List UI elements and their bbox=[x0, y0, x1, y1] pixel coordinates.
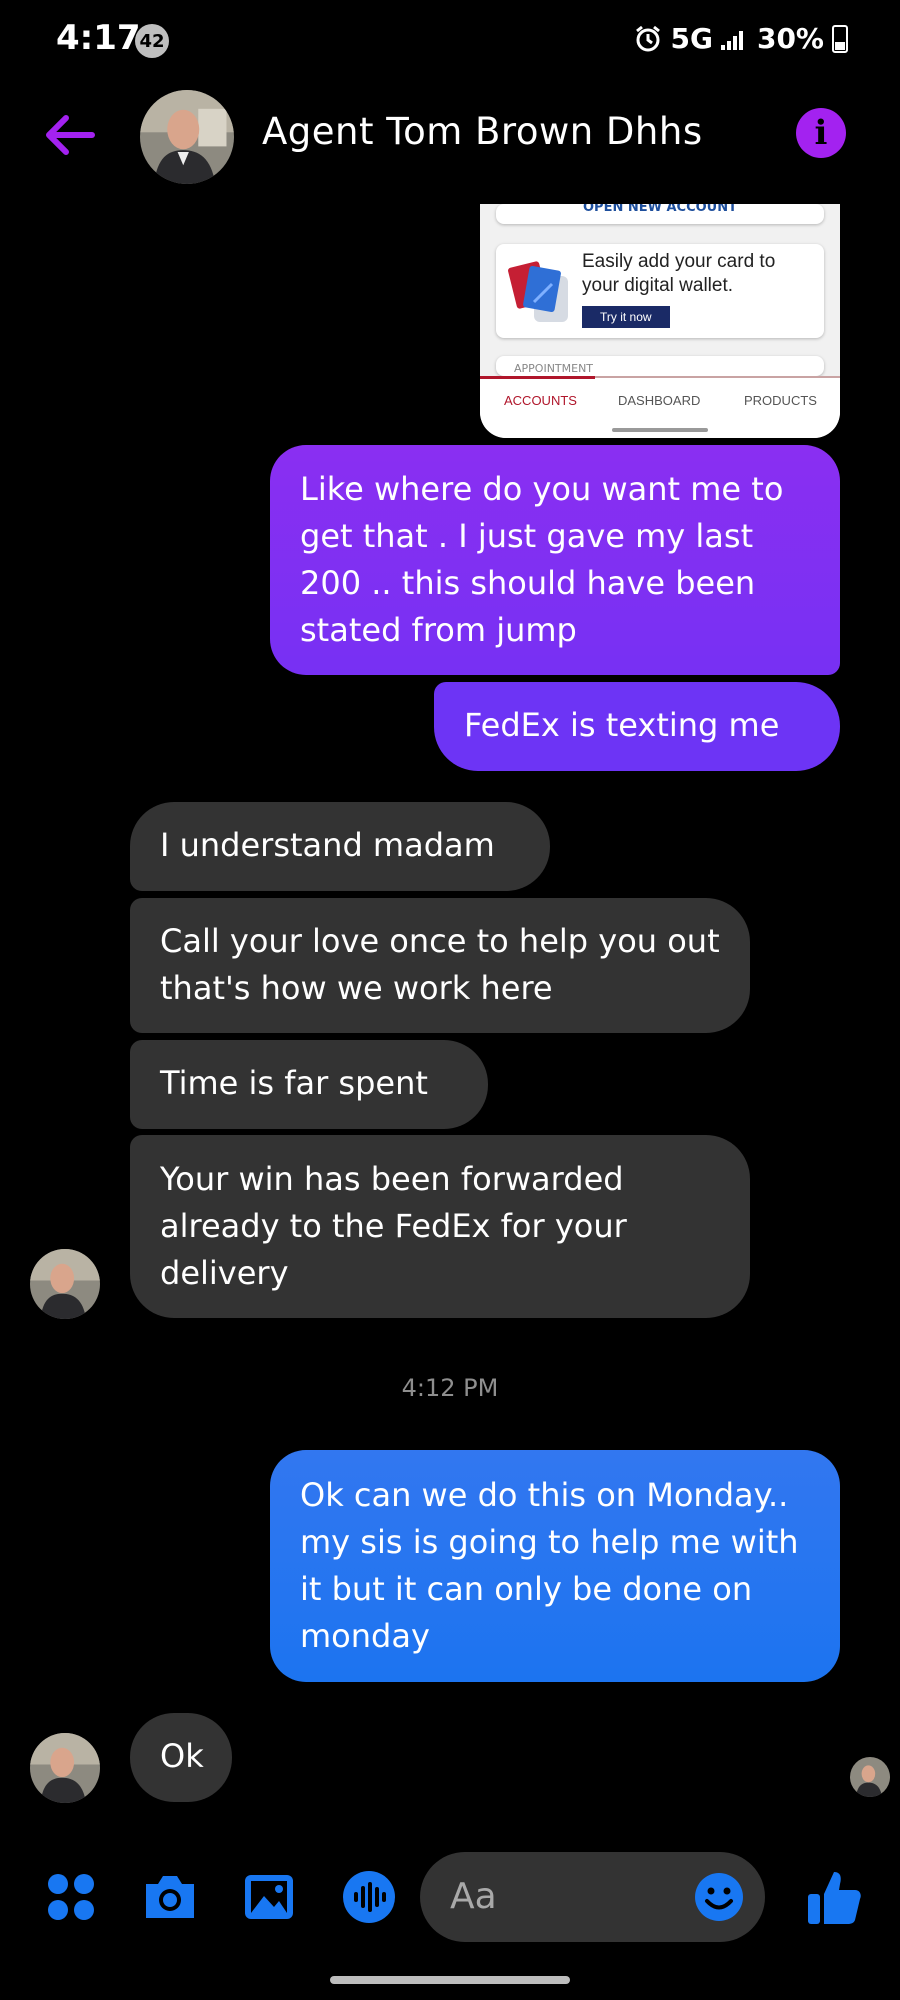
alarm-icon bbox=[635, 25, 660, 51]
gallery-icon bbox=[245, 1875, 293, 1919]
screenshot-tab-bar: ACCOUNTS DASHBOARD PRODUCTS bbox=[480, 376, 840, 438]
camera-icon bbox=[146, 1876, 194, 1918]
message-text: Like where do you want me to get that . … bbox=[300, 470, 784, 649]
voice-message-button[interactable] bbox=[342, 1870, 396, 1924]
cards-icon bbox=[508, 261, 568, 322]
try-it-now-button: Try it now bbox=[582, 306, 670, 328]
message-text: Call your love once to help you out that… bbox=[160, 922, 720, 1007]
message-composer: Aa bbox=[0, 1840, 900, 1950]
active-tab-indicator bbox=[480, 376, 595, 379]
back-arrow-icon bbox=[46, 115, 95, 155]
tab-accounts: ACCOUNTS bbox=[504, 393, 577, 408]
network-label: 5G bbox=[670, 22, 713, 55]
camera-button[interactable] bbox=[142, 1870, 196, 1924]
message-sent-1[interactable]: Like where do you want me to get that . … bbox=[270, 445, 840, 675]
message-placeholder: Aa bbox=[450, 1876, 497, 1917]
message-text: Time is far spent bbox=[160, 1064, 428, 1102]
message-text: I understand madam bbox=[160, 826, 495, 864]
tab-products: PRODUCTS bbox=[744, 393, 817, 408]
shared-screenshot-message[interactable]: OPEN NEW ACCOUNT Easily add your card to… bbox=[480, 204, 840, 438]
message-received-4[interactable]: Your win has been forwarded already to t… bbox=[130, 1135, 750, 1318]
voice-icon bbox=[343, 1871, 395, 1923]
screenshot-home-bar bbox=[612, 428, 708, 432]
status-indicators: 5G 30% bbox=[633, 22, 848, 55]
message-input[interactable]: Aa bbox=[420, 1852, 765, 1942]
menu-dots-icon bbox=[48, 1874, 94, 1920]
profile-photo bbox=[30, 1249, 100, 1319]
appointment-card: APPOINTMENT bbox=[496, 356, 824, 376]
home-indicator[interactable] bbox=[330, 1976, 570, 1984]
read-receipt-avatar bbox=[850, 1757, 890, 1797]
info-button[interactable]: i bbox=[796, 108, 846, 158]
digital-wallet-card: Easily add your card to your digital wal… bbox=[496, 244, 824, 338]
battery-label: 30% bbox=[756, 22, 824, 55]
info-icon: i bbox=[814, 113, 828, 153]
notification-count-badge: 42 bbox=[135, 24, 169, 58]
open-account-text: OPEN NEW ACCOUNT bbox=[583, 204, 737, 215]
profile-photo bbox=[850, 1757, 890, 1797]
message-text: Your win has been forwarded already to t… bbox=[160, 1160, 627, 1292]
contact-name[interactable]: Agent Tom Brown Dhhs bbox=[262, 110, 703, 153]
message-sent-2[interactable]: FedEx is texting me bbox=[434, 682, 840, 771]
tab-dashboard: DASHBOARD bbox=[618, 393, 701, 408]
contact-avatar[interactable] bbox=[140, 90, 234, 184]
message-text: Ok bbox=[160, 1737, 204, 1775]
message-timestamp: 4:12 PM bbox=[401, 1374, 499, 1402]
status-time: 4:17 bbox=[56, 18, 141, 58]
appointment-text: APPOINTMENT bbox=[514, 362, 594, 375]
thumbs-up-icon bbox=[808, 1872, 861, 1924]
status-bar: 4:17 42 5G 30% bbox=[0, 0, 900, 80]
signal-icon bbox=[720, 28, 743, 50]
sender-avatar[interactable] bbox=[30, 1733, 100, 1803]
message-received-2[interactable]: Call your love once to help you out that… bbox=[130, 898, 750, 1033]
battery-icon bbox=[832, 24, 848, 53]
message-received-1[interactable]: I understand madam bbox=[130, 802, 550, 891]
like-button[interactable] bbox=[806, 1868, 861, 1924]
profile-photo bbox=[30, 1733, 100, 1803]
open-account-card: OPEN NEW ACCOUNT bbox=[496, 204, 824, 224]
emoji-icon[interactable] bbox=[694, 1872, 744, 1922]
conversation-header: Agent Tom Brown Dhhs i bbox=[0, 80, 900, 190]
message-sent-3[interactable]: Ok can we do this on Monday.. my sis is … bbox=[270, 1450, 840, 1682]
profile-photo bbox=[140, 90, 234, 184]
gallery-button[interactable] bbox=[242, 1870, 296, 1924]
message-received-3[interactable]: Time is far spent bbox=[130, 1040, 488, 1129]
back-button[interactable] bbox=[40, 110, 100, 160]
message-text: FedEx is texting me bbox=[464, 706, 780, 744]
message-text: Ok can we do this on Monday.. my sis is … bbox=[300, 1476, 799, 1655]
wallet-text: Easily add your card to your digital wal… bbox=[582, 251, 776, 296]
more-actions-button[interactable] bbox=[44, 1870, 98, 1924]
message-received-5[interactable]: Ok bbox=[130, 1713, 232, 1802]
sender-avatar[interactable] bbox=[30, 1249, 100, 1319]
